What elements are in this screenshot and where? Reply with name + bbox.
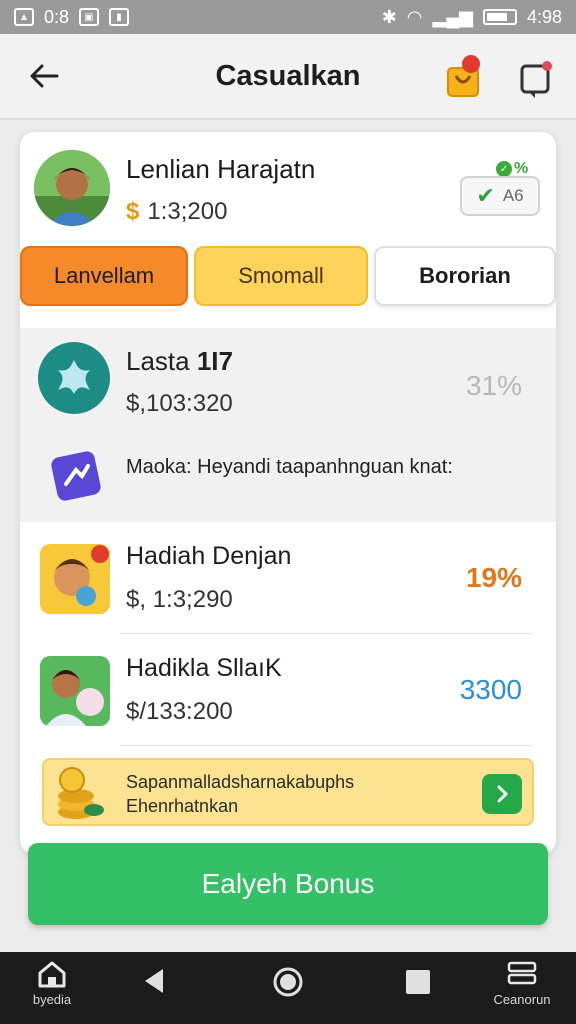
- task-amount: $,103:320: [126, 390, 233, 417]
- divider: [120, 745, 532, 746]
- tab-bar: Lanvellam Smomall Bororian: [20, 246, 556, 306]
- nav-back[interactable]: [124, 966, 184, 1024]
- kid-avatar-icon: [40, 544, 110, 614]
- status-right: ✱ ◠ ▂▄▆ 4:98: [382, 7, 562, 28]
- menu-icon: [507, 961, 537, 985]
- nav-menu[interactable]: Ceanorun: [492, 960, 552, 1020]
- bonus-button[interactable]: Ealyeh Bonus: [28, 843, 548, 925]
- status-time-right: 4:98: [526, 6, 562, 27]
- list-item[interactable]: Hadikla SllaıK $/133:200 3300: [20, 634, 556, 746]
- balance-value: 1:3;200: [147, 198, 228, 225]
- offer-avatar: [40, 544, 110, 614]
- battery-icon: [482, 9, 517, 25]
- verify-badge[interactable]: ✔ A6: [460, 176, 540, 216]
- profile-balance: $1:3;200: [126, 198, 227, 226]
- nav-menu-label: Ceanorun: [493, 992, 551, 1007]
- tab-2[interactable]: Smomall: [194, 246, 368, 306]
- task-title-number: 1I7: [196, 346, 233, 376]
- star-figure-icon: [58, 360, 90, 394]
- list-item[interactable]: Hadiah Denjan $, 1:3;290 19%: [20, 522, 556, 634]
- task-panel: Lasta 1I7 $,103:320 31% Maoka: Heyandi t…: [20, 328, 556, 522]
- offer-title: Hadiah Denjan: [126, 542, 292, 570]
- notification-icon: [520, 61, 552, 98]
- offer-amount: $, 1:3;290: [126, 586, 233, 613]
- circle-home-icon: [273, 967, 303, 997]
- message-text: Maoka: Heyandi taapanhnguan knat:: [126, 456, 453, 478]
- offer-amount: $/133:200: [126, 698, 233, 725]
- navigation-bar: byedia Ceanorun: [0, 952, 576, 1024]
- tab-1[interactable]: Lanvellam: [20, 246, 188, 306]
- task-icon: [38, 342, 110, 414]
- status-bar: ▲ 0:8 ▣ ▮ ✱ ◠ ▂▄▆ 4:98: [0, 0, 576, 34]
- signal-icon: ▂▄▆: [432, 6, 473, 27]
- nav-home-label: byedia: [32, 992, 72, 1007]
- coins-icon: [58, 767, 104, 819]
- offer-avatar: [40, 656, 110, 726]
- promo-go-button[interactable]: [482, 774, 522, 814]
- task-percent: 31%: [465, 370, 522, 401]
- currency-symbol: $: [126, 198, 140, 225]
- image-icon: ▣: [79, 8, 100, 26]
- nav-home[interactable]: byedia: [22, 960, 82, 1020]
- page-title: Casualkan: [215, 60, 361, 92]
- status-time-left: 0:8: [44, 6, 70, 27]
- avatar: [34, 150, 110, 226]
- promo-banner[interactable]: Sapanmalladsharnakabuphs Ehenrhatnkan: [42, 758, 534, 826]
- promo-text: Sapanmalladsharnakabuphs Ehenrhatnkan: [126, 772, 355, 816]
- shopping-bag-button[interactable]: [444, 54, 484, 98]
- nav-recents[interactable]: [388, 968, 448, 1024]
- lock-icon: ▮: [109, 8, 130, 26]
- verify-badge-label: A6: [502, 186, 524, 205]
- shield-icon: ✓: [496, 161, 512, 177]
- task-title-prefix: Lasta: [126, 346, 190, 376]
- offer-value: 19%: [465, 562, 522, 593]
- main-card: Lenlian Harajatn $1:3;200 ✓ % ✔ A6 Lanve…: [20, 132, 556, 854]
- gallery-icon: ▲: [14, 8, 34, 26]
- bluetooth-icon: ✱: [381, 6, 397, 27]
- tab-3[interactable]: Bororian: [374, 246, 556, 306]
- offer-title: Hadikla SllaıK: [126, 654, 282, 682]
- chevron-right-icon: [497, 785, 508, 803]
- profile-name: Lenlian Harajatn: [126, 154, 316, 184]
- offer-value: 3300: [459, 674, 522, 705]
- shopping-bag-icon: [447, 55, 480, 97]
- message-icon: [46, 446, 106, 506]
- wifi-icon: ◠: [406, 6, 423, 27]
- home-icon: [38, 961, 66, 988]
- triangle-back-icon: [145, 969, 163, 993]
- app-bar: Casualkan: [0, 34, 576, 120]
- square-recents-icon: [406, 970, 430, 994]
- status-left: ▲ 0:8 ▣ ▮: [14, 6, 130, 28]
- user-avatar-icon: [34, 150, 110, 226]
- nav-home-circle[interactable]: [258, 966, 318, 1024]
- puzzle-icon: [51, 451, 101, 501]
- checkmark-icon: ✔: [476, 183, 495, 208]
- kid-with-pet-icon: [40, 656, 110, 726]
- notification-button[interactable]: [518, 58, 554, 98]
- task-title: Lasta 1I7: [126, 346, 233, 377]
